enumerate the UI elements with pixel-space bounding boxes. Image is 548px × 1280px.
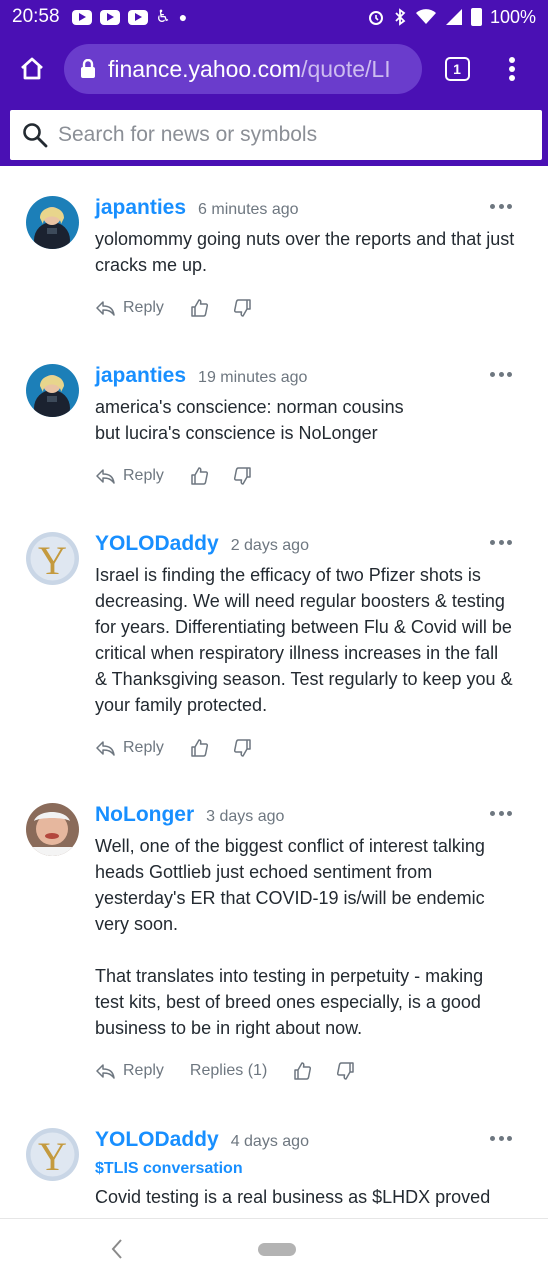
reply-label: Reply	[123, 739, 164, 756]
svg-text:Y: Y	[38, 538, 67, 583]
comment-actions: Reply	[95, 288, 515, 328]
tab-count: 1	[444, 57, 470, 81]
upvote-button[interactable]	[293, 1062, 312, 1080]
search-box[interactable]	[10, 110, 542, 160]
downvote-button[interactable]	[233, 467, 252, 485]
youtube-icon	[99, 9, 120, 25]
comment-text: yolomommy going nuts over the reports an…	[95, 229, 520, 275]
letter-y-avatar[interactable]: Y	[26, 1128, 79, 1181]
comment-username[interactable]: YOLODaddy	[95, 532, 219, 556]
thumbs-down-icon	[233, 299, 251, 317]
address-bar[interactable]: finance.yahoo.com/quote/LI	[64, 44, 422, 94]
url-path: /quote/LI	[301, 55, 391, 82]
search-icon	[23, 123, 48, 148]
signal-icon	[445, 9, 462, 25]
browser-menu-button[interactable]	[492, 34, 532, 104]
more-options-icon[interactable]	[490, 807, 512, 819]
comment-username[interactable]: japanties	[95, 196, 186, 220]
comment-text: america's conscience: norman cousins but…	[95, 397, 404, 443]
more-options-icon[interactable]	[490, 1132, 512, 1144]
comment-text: Israel is finding the efficacy of two Pf…	[95, 565, 518, 715]
battery-icon	[470, 8, 482, 26]
youtube-icon	[71, 9, 92, 25]
browser-home-button[interactable]	[0, 34, 64, 104]
status-bar: 20:58 ♿ ● 100%	[0, 0, 548, 34]
upvote-button[interactable]	[190, 467, 208, 485]
comment-actions: Reply	[95, 728, 515, 768]
more-options-icon[interactable]	[490, 200, 512, 212]
comment-username[interactable]: YOLODaddy	[95, 1128, 219, 1152]
thumbs-down-icon	[233, 739, 251, 757]
reply-label: Reply	[123, 467, 164, 484]
downvote-button[interactable]	[337, 1062, 355, 1080]
upvote-button[interactable]	[190, 299, 208, 317]
battery-percent: 100%	[489, 6, 536, 27]
comment-username[interactable]: NoLonger	[95, 803, 194, 827]
reply-button[interactable]: Reply	[95, 299, 164, 317]
replies-toggle[interactable]: Replies (1)	[190, 1062, 267, 1080]
svg-text:Y: Y	[38, 1134, 67, 1179]
reply-button[interactable]: Reply	[95, 467, 164, 485]
reply-button[interactable]: Reply	[95, 739, 164, 757]
search-header	[0, 104, 548, 166]
system-nav-bar	[0, 1218, 548, 1280]
thumbs-up-icon	[191, 299, 208, 317]
comment-timestamp: 19 minutes ago	[198, 369, 308, 386]
reply-icon	[96, 741, 115, 756]
reply-button[interactable]: Reply	[95, 1062, 164, 1080]
comment-timestamp: 4 days ago	[230, 1133, 309, 1150]
comments-list: japanties 6 minutes ago yolomommy going …	[0, 166, 548, 1218]
upvote-button[interactable]	[190, 739, 208, 757]
url-text: finance.yahoo.com/quote/LI	[108, 56, 391, 83]
comment-timestamp: 3 days ago	[206, 808, 285, 825]
clock: 20:58	[12, 6, 60, 27]
reply-icon	[96, 469, 115, 484]
comment-text: Well, one of the biggest conflict of int…	[95, 836, 485, 1038]
dot-icon: ●	[178, 9, 188, 25]
bluetooth-icon	[395, 8, 406, 26]
back-chevron-icon[interactable]	[106, 1237, 130, 1261]
letter-y-avatar[interactable]: Y	[26, 532, 79, 585]
search-input[interactable]	[58, 123, 528, 147]
downvote-button[interactable]	[233, 299, 252, 317]
thumbs-down-icon	[337, 1062, 355, 1080]
url-host: finance.yahoo.com	[108, 55, 302, 82]
more-options-icon[interactable]	[490, 368, 512, 380]
home-pill-icon[interactable]	[258, 1243, 296, 1256]
more-options-icon[interactable]	[490, 536, 512, 548]
youtube-icon	[127, 9, 148, 25]
comment-username[interactable]: japanties	[95, 364, 186, 388]
accessibility-icon: ♿	[155, 7, 171, 26]
reply-icon	[96, 301, 115, 316]
comment-timestamp: 2 days ago	[230, 537, 309, 554]
performer-avatar[interactable]	[26, 196, 79, 249]
comment-actions: Reply	[95, 456, 515, 496]
home-icon	[21, 57, 43, 80]
downvote-button[interactable]	[233, 739, 252, 757]
thumbs-up-icon	[191, 467, 208, 485]
thumbs-up-icon	[294, 1062, 312, 1080]
alarm-icon	[368, 11, 383, 25]
reply-label: Reply	[123, 1062, 164, 1079]
tab-switcher-button[interactable]: 1	[422, 34, 492, 104]
reply-icon	[96, 1064, 115, 1079]
kebab-menu-icon	[509, 57, 515, 81]
elderly-person-avatar[interactable]	[26, 803, 79, 856]
comment-text: Covid testing is a real business as $LHD…	[95, 1187, 491, 1207]
wifi-icon	[415, 9, 436, 24]
browser-toolbar: finance.yahoo.com/quote/LI 1	[0, 34, 548, 104]
comment-actions: Reply Replies (1)	[95, 1051, 515, 1091]
thumbs-down-icon	[233, 467, 251, 485]
lock-icon	[81, 59, 95, 78]
comment-timestamp: 6 minutes ago	[198, 201, 299, 218]
thumbs-up-icon	[191, 739, 208, 757]
notification-icons: ♿ ●	[71, 7, 188, 27]
conversation-tag[interactable]: $TLIS conversation	[95, 1160, 515, 1178]
performer-avatar[interactable]	[26, 364, 79, 417]
replies-label: Replies (1)	[189, 1062, 268, 1079]
reply-label: Reply	[123, 299, 164, 316]
